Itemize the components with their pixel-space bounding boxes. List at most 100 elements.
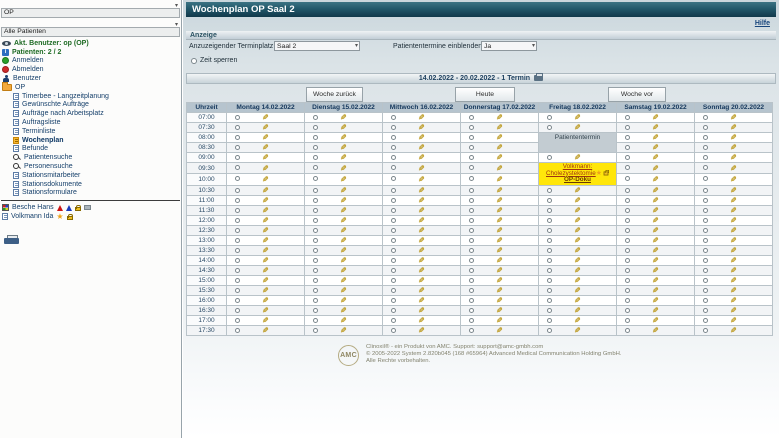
edit-pencil-icon[interactable]: [574, 236, 581, 245]
edit-pencil-icon[interactable]: [730, 206, 737, 215]
week-forward-button[interactable]: Woche vor: [608, 87, 666, 102]
slot-radio[interactable]: [313, 228, 318, 233]
sidebar-item-auftragsliste[interactable]: Auftragsliste: [0, 118, 181, 127]
patient-filter-select[interactable]: Alle Patienten: [1, 27, 180, 37]
edit-pencil-icon[interactable]: [652, 256, 659, 265]
edit-pencil-icon[interactable]: [496, 316, 503, 325]
edit-pencil-icon[interactable]: [574, 186, 581, 195]
edit-pencil-icon[interactable]: [496, 175, 503, 184]
slot-radio[interactable]: [391, 188, 396, 193]
slot-radio[interactable]: [703, 288, 708, 293]
edit-pencil-icon[interactable]: [496, 196, 503, 205]
edit-pencil-icon[interactable]: [340, 186, 347, 195]
slot-radio[interactable]: [703, 125, 708, 130]
edit-pencil-icon[interactable]: [730, 266, 737, 275]
edit-pencil-icon[interactable]: [730, 216, 737, 225]
slot-radio[interactable]: [703, 155, 708, 160]
slot-radio[interactable]: [625, 228, 630, 233]
edit-pencil-icon[interactable]: [340, 113, 347, 122]
edit-pencil-icon[interactable]: [340, 306, 347, 315]
slot-radio[interactable]: [625, 208, 630, 213]
edit-pencil-icon[interactable]: [418, 216, 425, 225]
edit-pencil-icon[interactable]: [418, 326, 425, 335]
edit-pencil-icon[interactable]: [262, 164, 269, 173]
slot-radio[interactable]: [235, 145, 240, 150]
edit-pencil-icon[interactable]: [652, 133, 659, 142]
slot-radio[interactable]: [313, 176, 318, 181]
slot-radio[interactable]: [313, 298, 318, 303]
slot-radio[interactable]: [391, 238, 396, 243]
edit-pencil-icon[interactable]: [652, 306, 659, 315]
edit-pencil-icon[interactable]: [574, 226, 581, 235]
slot-radio[interactable]: [703, 188, 708, 193]
slot-radio[interactable]: [313, 188, 318, 193]
slot-radio[interactable]: [235, 115, 240, 120]
slot-radio[interactable]: [235, 288, 240, 293]
edit-pencil-icon[interactable]: [496, 186, 503, 195]
slot-radio[interactable]: [391, 155, 396, 160]
slot-radio[interactable]: [547, 125, 552, 130]
slot-radio[interactable]: [469, 238, 474, 243]
edit-pencil-icon[interactable]: [574, 206, 581, 215]
slot-radio[interactable]: [313, 165, 318, 170]
slot-radio[interactable]: [235, 328, 240, 333]
slot-radio[interactable]: [547, 308, 552, 313]
edit-pencil-icon[interactable]: [262, 143, 269, 152]
edit-pencil-icon[interactable]: [418, 196, 425, 205]
slot-radio[interactable]: [313, 115, 318, 120]
slot-radio[interactable]: [235, 298, 240, 303]
slot-radio[interactable]: [313, 318, 318, 323]
edit-pencil-icon[interactable]: [730, 276, 737, 285]
sidebar-item-anmelden[interactable]: Anmelden: [0, 57, 181, 66]
slot-radio[interactable]: [235, 278, 240, 283]
slot-radio[interactable]: [703, 258, 708, 263]
slot-radio[interactable]: [469, 248, 474, 253]
edit-pencil-icon[interactable]: [340, 123, 347, 132]
slot-radio[interactable]: [547, 198, 552, 203]
slot-radio[interactable]: [469, 228, 474, 233]
slot-radio[interactable]: [625, 115, 630, 120]
slot-radio[interactable]: [703, 176, 708, 181]
edit-pencil-icon[interactable]: [262, 186, 269, 195]
week-back-button[interactable]: Woche zurück: [306, 87, 363, 102]
edit-pencil-icon[interactable]: [652, 164, 659, 173]
edit-pencil-icon[interactable]: [496, 236, 503, 245]
edit-pencil-icon[interactable]: [730, 113, 737, 122]
slot-radio[interactable]: [469, 155, 474, 160]
sidebar-item-timerbee-langzeitplanung[interactable]: Timerbee - Langzeitplanung: [0, 92, 181, 101]
slot-radio[interactable]: [235, 208, 240, 213]
edit-pencil-icon[interactable]: [418, 306, 425, 315]
print-week-icon[interactable]: [534, 75, 543, 81]
edit-pencil-icon[interactable]: [652, 175, 659, 184]
slot-radio[interactable]: [625, 165, 630, 170]
sidebar-item-wochenplan[interactable]: Wochenplan: [0, 136, 181, 145]
edit-pencil-icon[interactable]: [496, 276, 503, 285]
edit-pencil-icon[interactable]: [730, 256, 737, 265]
edit-pencil-icon[interactable]: [340, 133, 347, 142]
edit-pencil-icon[interactable]: [652, 206, 659, 215]
slot-radio[interactable]: [703, 228, 708, 233]
edit-pencil-icon[interactable]: [574, 113, 581, 122]
edit-pencil-icon[interactable]: [496, 246, 503, 255]
slot-radio[interactable]: [313, 125, 318, 130]
slot-radio[interactable]: [313, 218, 318, 223]
edit-pencil-icon[interactable]: [496, 113, 503, 122]
edit-pencil-icon[interactable]: [496, 153, 503, 162]
slot-radio[interactable]: [625, 278, 630, 283]
terminplatz-select[interactable]: Saal 2: [274, 41, 360, 51]
slot-radio[interactable]: [235, 228, 240, 233]
edit-pencil-icon[interactable]: [262, 236, 269, 245]
slot-radio[interactable]: [313, 288, 318, 293]
edit-pencil-icon[interactable]: [574, 266, 581, 275]
slot-radio[interactable]: [703, 115, 708, 120]
slot-radio[interactable]: [313, 155, 318, 160]
slot-radio[interactable]: [625, 308, 630, 313]
slot-radio[interactable]: [391, 176, 396, 181]
slot-radio[interactable]: [391, 198, 396, 203]
slot-radio[interactable]: [547, 268, 552, 273]
slot-radio[interactable]: [313, 198, 318, 203]
edit-pencil-icon[interactable]: [496, 326, 503, 335]
edit-pencil-icon[interactable]: [262, 175, 269, 184]
slot-radio[interactable]: [547, 208, 552, 213]
edit-pencil-icon[interactable]: [340, 296, 347, 305]
